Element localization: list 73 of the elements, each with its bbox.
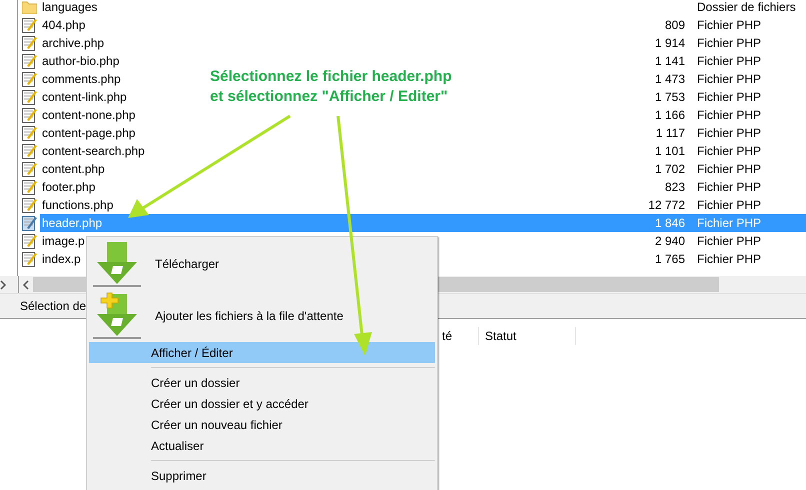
- annotation-text: et sélectionnez "Afficher / Editer": [210, 88, 448, 105]
- file-size: 1 473: [654, 71, 685, 88]
- file-size: 1 846: [654, 215, 685, 232]
- php-file-icon: [22, 143, 37, 159]
- file-size: 1 117: [656, 125, 685, 142]
- file-name[interactable]: functions.php: [40, 196, 116, 214]
- scroll-right-icon[interactable]: [0, 280, 8, 290]
- php-file-icon: [22, 161, 37, 177]
- file-name[interactable]: image.p: [40, 232, 87, 250]
- file-type: Fichier PHP: [697, 143, 762, 160]
- file-name[interactable]: comments.php: [40, 70, 123, 88]
- file-type: Fichier PHP: [697, 161, 762, 178]
- add-to-queue-icon: [93, 292, 141, 340]
- file-size: 1 753: [654, 89, 685, 106]
- menu-item[interactable]: Ajouter les fichiers à la file d'attente: [89, 290, 435, 342]
- file-size: 12 772: [648, 197, 685, 214]
- file-type: Fichier PHP: [697, 125, 762, 142]
- file-type: Fichier PHP: [697, 233, 762, 250]
- file-type: Fichier PHP: [697, 71, 762, 88]
- file-name[interactable]: content.php: [40, 160, 107, 178]
- menu-item[interactable]: Créer un dossier: [89, 372, 435, 393]
- file-type: Fichier PHP: [697, 35, 762, 52]
- php-file-icon: [22, 107, 37, 123]
- php-file-icon: [22, 179, 37, 195]
- file-type: Fichier PHP: [697, 215, 762, 232]
- file-type: Fichier PHP: [697, 89, 762, 106]
- menu-item[interactable]: Actualiser: [89, 435, 435, 456]
- file-size: 1 702: [654, 161, 685, 178]
- menu-item[interactable]: Supprimer: [89, 465, 435, 486]
- php-file-icon: [22, 215, 37, 231]
- file-name[interactable]: languages: [40, 0, 100, 16]
- php-file-icon: [22, 233, 37, 249]
- php-file-icon: [22, 197, 37, 213]
- column-header[interactable]: Statut: [479, 327, 576, 345]
- file-type: Fichier PHP: [697, 17, 762, 34]
- php-file-icon: [22, 125, 37, 141]
- php-file-icon: [22, 53, 37, 69]
- php-file-icon: [22, 71, 37, 87]
- file-size: 2 940: [654, 233, 685, 250]
- php-file-icon: [22, 35, 37, 51]
- menu-item[interactable]: Télécharger: [89, 238, 435, 290]
- file-type: Fichier PHP: [697, 251, 762, 268]
- file-name[interactable]: archive.php: [40, 34, 106, 52]
- file-type: Fichier PHP: [697, 197, 762, 214]
- php-file-icon: [22, 17, 37, 33]
- file-name[interactable]: content-page.php: [40, 124, 138, 142]
- annotation-text: Sélectionnez le fichier header.php: [210, 68, 452, 85]
- download-icon: [93, 240, 141, 288]
- file-name[interactable]: 404.php: [40, 16, 88, 34]
- file-size: 823: [664, 179, 685, 196]
- file-name[interactable]: content-search.php: [40, 142, 147, 160]
- menu-item[interactable]: Créer un dossier et y accéder: [89, 393, 435, 414]
- php-file-icon: [22, 251, 37, 267]
- file-name[interactable]: index.p: [40, 250, 83, 268]
- folder-icon: [22, 0, 37, 14]
- file-name[interactable]: content-link.php: [40, 88, 129, 106]
- file-size: 1 914: [654, 35, 685, 52]
- file-type: Fichier PHP: [697, 107, 762, 124]
- menu-item[interactable]: Afficher / Éditer: [89, 342, 435, 363]
- file-type: Fichier PHP: [697, 179, 762, 196]
- file-name[interactable]: content-none.php: [40, 106, 138, 124]
- file-size: 809: [664, 17, 685, 34]
- status-text: Sélection de: [20, 299, 86, 313]
- file-size: 1 141: [654, 53, 685, 70]
- php-file-icon: [22, 89, 37, 105]
- file-type: Dossier de fichiers: [697, 0, 796, 16]
- menu-item[interactable]: Créer un nouveau fichier: [89, 414, 435, 435]
- file-name[interactable]: footer.php: [40, 178, 98, 196]
- file-size: 1 166: [654, 107, 685, 124]
- file-name[interactable]: author-bio.php: [40, 52, 122, 70]
- file-type: Fichier PHP: [697, 53, 762, 70]
- file-size: 1 101: [654, 143, 685, 160]
- file-size: 1 765: [654, 251, 685, 268]
